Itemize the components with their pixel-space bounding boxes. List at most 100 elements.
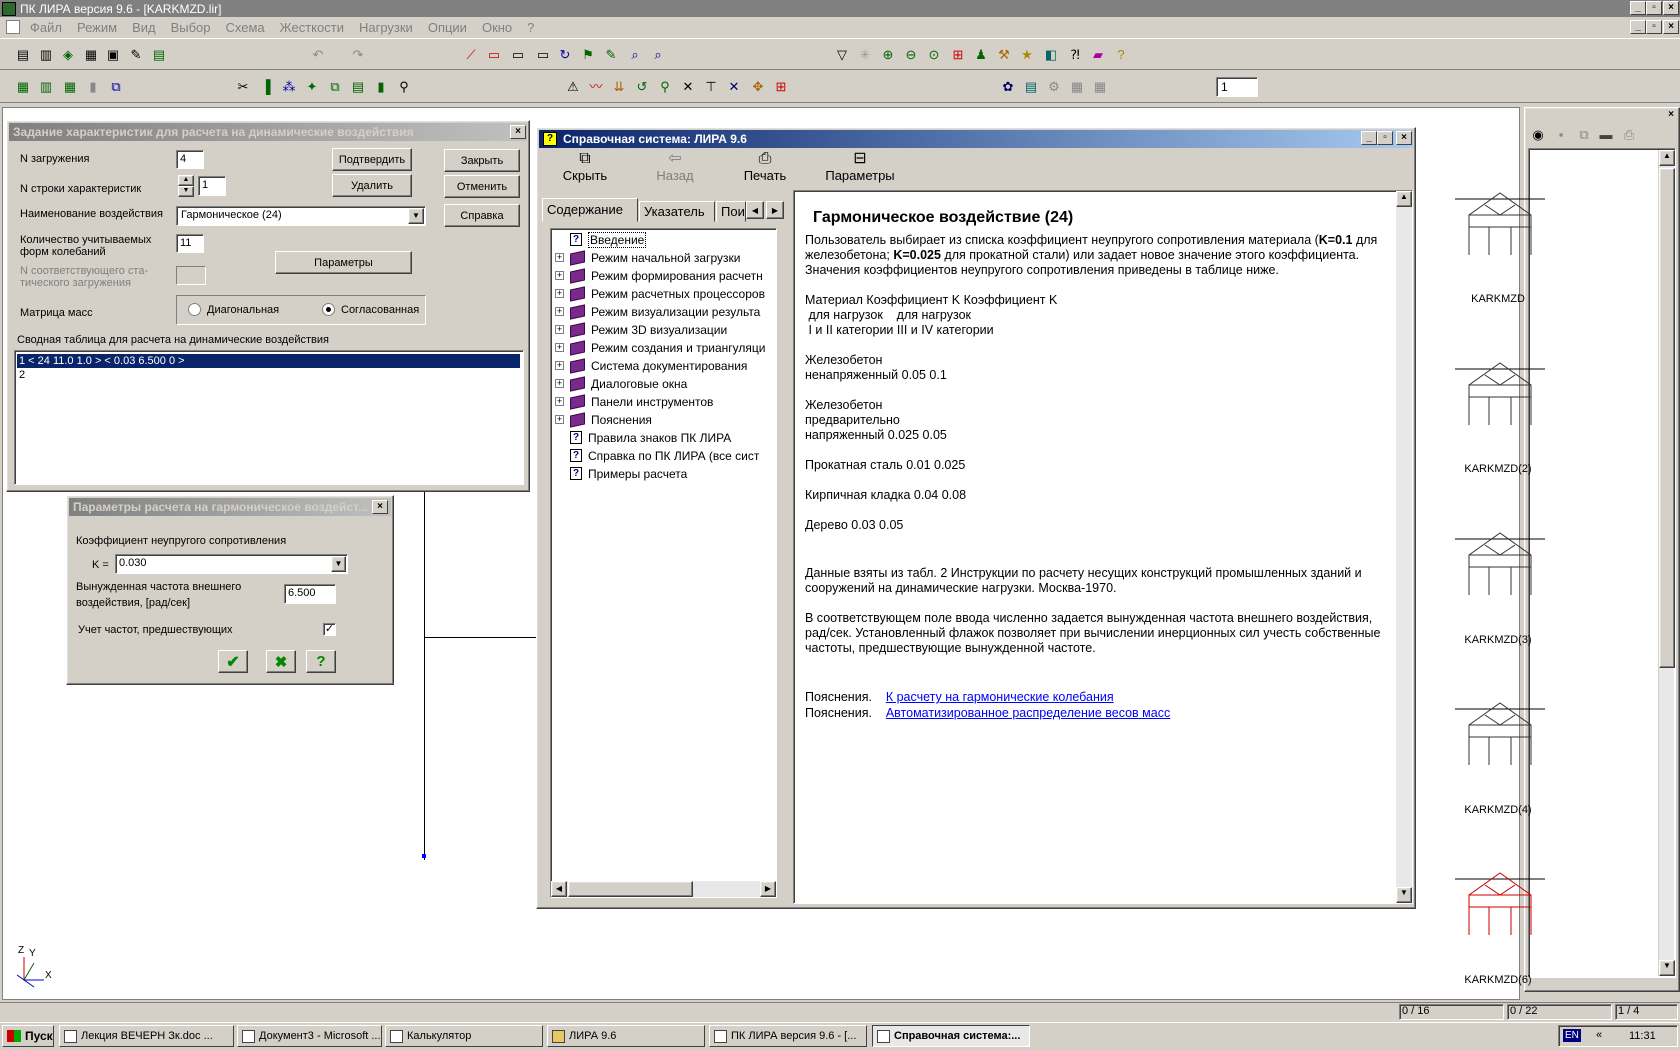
table-row[interactable]: 1 < 24 11.0 1.0 > < 0.03 6.500 0 >: [17, 354, 520, 368]
fragment-icon[interactable]: ⊞: [773, 79, 789, 95]
save-icon[interactable]: ◈: [60, 47, 76, 63]
delete-button[interactable]: Удалить: [332, 174, 412, 197]
radio-diagonal[interactable]: [188, 303, 201, 316]
tree-item[interactable]: + Диалоговые окна: [551, 375, 687, 392]
support-icon[interactable]: ⚠: [565, 79, 581, 95]
n-load-input[interactable]: 4: [176, 150, 204, 169]
bar-icon[interactable]: ▐: [258, 79, 274, 95]
lang-indicator[interactable]: EN: [1563, 1029, 1581, 1042]
panel-close-button[interactable]: ×: [1663, 109, 1679, 123]
help-vscrollbar[interactable]: ▲ ▼: [1396, 191, 1412, 903]
expand-icon[interactable]: +: [555, 379, 564, 388]
dynamic-dialog-close-button[interactable]: ×: [510, 125, 526, 139]
layer-spin-input[interactable]: 1: [1216, 77, 1258, 97]
thumbnail-item[interactable]: [1455, 525, 1545, 610]
expand-icon[interactable]: +: [555, 289, 564, 298]
cut-icon[interactable]: ✂: [235, 79, 251, 95]
menu-stiffness[interactable]: Жесткости: [280, 20, 344, 35]
tree-item[interactable]: + Пояснения: [551, 411, 652, 428]
app-minimize-button[interactable]: _: [1630, 1, 1646, 15]
zoom-icon[interactable]: ⌕: [627, 47, 643, 63]
panel-print-icon[interactable]: ⎙: [1621, 127, 1637, 143]
help-minimize-button[interactable]: _: [1361, 131, 1377, 145]
help-hide-button[interactable]: ⧉ Скрыть: [555, 150, 615, 190]
question-icon[interactable]: ?: [1113, 47, 1129, 63]
menu-view[interactable]: Вид: [132, 20, 156, 35]
wrench-icon[interactable]: ⚲: [396, 79, 412, 95]
prev-freq-checkbox[interactable]: ✓: [323, 623, 336, 636]
menu-options[interactable]: Опции: [428, 20, 467, 35]
tab-index[interactable]: Указатель: [639, 201, 715, 222]
node-icon[interactable]: ⁂: [281, 79, 297, 95]
load-icon[interactable]: 〰: [588, 79, 604, 95]
filter-icon[interactable]: ▽: [834, 47, 850, 63]
menu-select[interactable]: Выбор: [171, 20, 211, 35]
contents-tree[interactable]: ? Введение + Режим начальной загрузки + Режим…: [550, 228, 777, 898]
app-close-button[interactable]: ×: [1663, 1, 1679, 15]
zoom-out-icon[interactable]: ⊖: [903, 47, 919, 63]
rotate-icon[interactable]: ↻: [557, 47, 573, 63]
help-print-button[interactable]: ⎙ Печать: [735, 150, 795, 190]
thumbnail-item[interactable]: [1455, 185, 1545, 270]
hinge-icon[interactable]: ⊤: [703, 79, 719, 95]
params-button[interactable]: Параметры: [275, 251, 412, 274]
thumbnail-item[interactable]: [1455, 355, 1545, 440]
projection-xz-icon[interactable]: ⟋: [463, 47, 479, 63]
doc-restore-button[interactable]: ▫: [1646, 20, 1662, 34]
tool-icon[interactable]: ★: [1019, 47, 1035, 63]
start-button[interactable]: Пуск: [2, 1025, 54, 1047]
expand-icon[interactable]: +: [555, 343, 564, 352]
expand-icon[interactable]: +: [555, 307, 564, 316]
expand-icon[interactable]: +: [555, 397, 564, 406]
report-icon[interactable]: ▤: [151, 47, 167, 63]
tree-item[interactable]: + Режим 3D визуализации: [551, 321, 727, 338]
help-close-button[interactable]: ×: [1396, 131, 1412, 145]
projection-3d-icon[interactable]: ▭: [535, 47, 551, 63]
tree-item[interactable]: + Панели инструментов: [551, 393, 713, 410]
expand-icon[interactable]: +: [555, 361, 564, 370]
taskbar-item[interactable]: ПК ЛИРА версия 9.6 - [...: [709, 1025, 867, 1047]
tab-scroll-left[interactable]: ◀: [746, 201, 764, 219]
close-button[interactable]: Закрыть: [444, 149, 520, 172]
help-maximize-button[interactable]: ▫: [1377, 131, 1393, 145]
tray-expand-icon[interactable]: «: [1596, 1029, 1602, 1041]
grid-icon[interactable]: ▦: [15, 79, 31, 95]
zoom-all-icon[interactable]: ⌕: [650, 47, 666, 63]
pencil-icon[interactable]: ✎: [603, 47, 619, 63]
flower-icon[interactable]: ✿: [1000, 79, 1016, 95]
panel-save-icon[interactable]: ▪: [1553, 127, 1569, 143]
n-row-spin-down[interactable]: ▼: [178, 186, 194, 197]
radio-coordinated[interactable]: [322, 303, 335, 316]
point-icon[interactable]: ✦: [304, 79, 320, 95]
menu-loads[interactable]: Нагрузки: [359, 20, 413, 35]
select-node-icon[interactable]: ✳: [857, 47, 873, 63]
box-icon[interactable]: ▮: [373, 79, 389, 95]
book-icon[interactable]: ▰: [1090, 47, 1106, 63]
thumb-scrollbar[interactable]: ▲ ▼: [1658, 150, 1675, 976]
taskbar-item[interactable]: Справочная система:...: [872, 1025, 1030, 1047]
cylinder-icon[interactable]: ▮: [85, 79, 101, 95]
mesh-icon[interactable]: ▦: [62, 79, 78, 95]
expand-icon[interactable]: +: [555, 271, 564, 280]
tree-item[interactable]: ? Введение: [551, 231, 647, 248]
frame-icon[interactable]: ⊞: [950, 47, 966, 63]
doc-minimize-button[interactable]: _: [1630, 20, 1646, 34]
freq-input[interactable]: 6.500: [284, 584, 336, 604]
undo-icon[interactable]: ↶: [310, 47, 326, 63]
help-back-button[interactable]: ⇦ Назад: [645, 150, 705, 190]
ok-button[interactable]: ✔: [218, 650, 248, 673]
flag-icon[interactable]: ⚑: [580, 47, 596, 63]
taskbar-item[interactable]: Калькулятор: [385, 1025, 543, 1047]
cancel-button[interactable]: Отменить: [444, 175, 520, 198]
forms-count-input[interactable]: 11: [176, 234, 204, 253]
tree-hscrollbar[interactable]: ◀ ▶: [551, 881, 776, 897]
tree-item[interactable]: + Режим визуализации результа: [551, 303, 760, 320]
tree-item[interactable]: + Режим начальной загрузки: [551, 249, 740, 266]
person-icon[interactable]: ♟: [973, 47, 989, 63]
expand-icon[interactable]: +: [555, 325, 564, 334]
summary-table[interactable]: 1 < 24 11.0 1.0 > < 0.03 6.500 0 > 2: [14, 350, 524, 485]
tab-scroll-right[interactable]: ▶: [766, 201, 784, 219]
taskbar-item[interactable]: ЛИРА 9.6: [547, 1025, 705, 1047]
mass-icon[interactable]: ✕: [680, 79, 696, 95]
n-row-input[interactable]: 1: [198, 176, 226, 196]
